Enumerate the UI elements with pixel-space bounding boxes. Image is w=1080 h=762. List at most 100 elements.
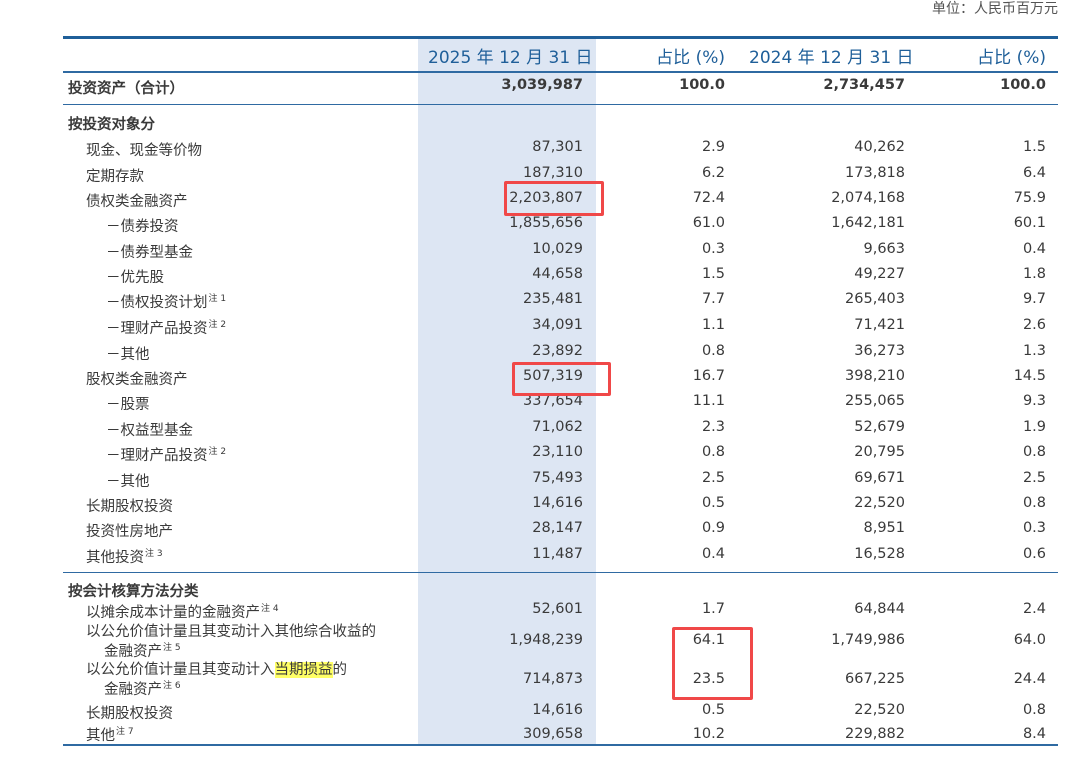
share-2025: 1.7 [701, 601, 725, 617]
share-2025: 0.8 [701, 343, 725, 359]
value-2024: 49,227 [854, 266, 905, 282]
share-2024: 2.4 [1022, 601, 1046, 617]
share-2024: 2.5 [1022, 470, 1046, 486]
value-2025: 28,147 [532, 520, 583, 536]
row-label: －优先股 [106, 266, 164, 287]
row-label: 其他注 7 [86, 724, 134, 745]
row-label-text: 现金、现金等价物 [86, 143, 202, 159]
red-highlight-box [672, 627, 753, 700]
row-label: 定期存款 [86, 165, 144, 186]
share-2025: 61.0 [692, 215, 725, 231]
value-2025: 11,487 [532, 546, 583, 562]
value-2024: 229,882 [845, 726, 905, 742]
row-label-text: －理财产品投资 [106, 321, 208, 337]
share-2024: 8.4 [1022, 726, 1046, 742]
row-label-text: 以摊余成本计量的金融资产 [86, 605, 260, 621]
footnote-marker: 注 4 [261, 604, 279, 614]
share-2024: 100.0 [1000, 77, 1046, 93]
row-label-text: 金融资产 [104, 644, 162, 660]
section2-rule [63, 572, 1058, 573]
share-2025: 7.7 [701, 291, 725, 307]
share-2024: 0.3 [1022, 520, 1046, 536]
share-2025: 0.9 [701, 520, 725, 536]
row-label: －股票 [106, 393, 150, 414]
value-2025: 309,658 [523, 726, 583, 742]
footnote-marker: 注 1 [208, 294, 227, 304]
row-label-text: 其他 [86, 728, 115, 744]
row-label-text: 股权类金融资产 [86, 372, 188, 388]
row-label: 其他投资注 3 [86, 546, 163, 567]
share-2024: 1.3 [1022, 343, 1046, 359]
row-label: －债权投资计划注 1 [106, 291, 226, 312]
value-2024: 173,818 [845, 165, 905, 181]
row-label-text: 债权类金融资产 [86, 194, 188, 210]
footnote-marker: 注 7 [116, 727, 134, 737]
highlighted-text: 当期损益 [274, 662, 333, 678]
row-label: －债券投资 [106, 215, 179, 236]
value-2024: 22,520 [854, 495, 905, 511]
value-2025: 14,616 [532, 702, 583, 718]
row-label-text: －其他 [106, 347, 150, 363]
value-2024: 9,663 [863, 241, 905, 257]
value-2025: 52,601 [532, 601, 583, 617]
share-2024: 14.5 [1013, 368, 1046, 384]
share-2025: 2.3 [701, 419, 725, 435]
value-2024: 71,421 [854, 317, 905, 333]
share-2025: 0.8 [701, 444, 725, 460]
value-2024: 40,262 [854, 139, 905, 155]
share-2025: 100.0 [679, 77, 725, 93]
row-label-text: －优先股 [106, 270, 164, 286]
section-title: 按会计核算方法分类 [68, 584, 199, 600]
share-2024: 0.8 [1022, 444, 1046, 460]
share-2024: 75.9 [1013, 190, 1046, 206]
row-label: －其他 [106, 343, 150, 364]
row-label-line1: 以公允价值计量且其变动计入当期损益的 [86, 662, 347, 678]
value-2025: 14,616 [532, 495, 583, 511]
share-2025: 1.5 [701, 266, 725, 282]
share-2024: 9.7 [1022, 291, 1046, 307]
value-2025: 75,493 [532, 470, 583, 486]
value-2024: 2,734,457 [823, 77, 905, 93]
share-2024: 64.0 [1013, 632, 1046, 648]
value-2025: 34,091 [532, 317, 583, 333]
red-highlight-box [504, 181, 604, 216]
share-2025: 0.4 [701, 546, 725, 562]
row-label: 长期股权投资 [86, 702, 173, 723]
share-2025: 2.9 [701, 139, 725, 155]
share-2025: 72.4 [692, 190, 725, 206]
row-label-text: －权益型基金 [106, 423, 193, 439]
unit-label: 单位：人民币百万元 [932, 1, 1058, 17]
table-bottom-rule [63, 744, 1058, 746]
value-2024: 265,403 [845, 291, 905, 307]
share-2024: 9.3 [1022, 393, 1046, 409]
footnote-marker: 注 5 [163, 643, 181, 653]
share-2024: 6.4 [1022, 165, 1046, 181]
share-2025: 0.5 [701, 702, 725, 718]
header-share-2024: 占比 (%) [977, 48, 1046, 68]
row-label-text: －其他 [106, 474, 150, 490]
value-2025: 1,855,656 [509, 215, 583, 231]
row-label: 以摊余成本计量的金融资产注 4 [86, 601, 279, 622]
row-label-text: 定期存款 [86, 169, 144, 185]
row-label: 现金、现金等价物 [86, 139, 202, 160]
row-label-text: 其他投资 [86, 550, 144, 566]
share-2024: 24.4 [1013, 671, 1046, 687]
value-2025: 714,873 [523, 671, 583, 687]
value-2024: 255,065 [845, 393, 905, 409]
value-2024: 22,520 [854, 702, 905, 718]
share-2025: 0.5 [701, 495, 725, 511]
value-2025: 187,310 [523, 165, 583, 181]
value-2025: 23,892 [532, 343, 583, 359]
row-label-text: －债券型基金 [106, 245, 193, 261]
value-2025: 87,301 [532, 139, 583, 155]
value-2024: 8,951 [863, 520, 905, 536]
table-top-rule [63, 36, 1058, 39]
header-2024: 2024 年 12 月 31 日 [749, 48, 914, 68]
share-2025: 11.1 [692, 393, 725, 409]
share-2025: 2.5 [701, 470, 725, 486]
row-label-text: 长期股权投资 [86, 706, 173, 722]
value-2025: 10,029 [532, 241, 583, 257]
row-label: 长期股权投资 [86, 495, 173, 516]
value-2024: 2,074,168 [831, 190, 905, 206]
value-2025: 1,948,239 [509, 632, 583, 648]
